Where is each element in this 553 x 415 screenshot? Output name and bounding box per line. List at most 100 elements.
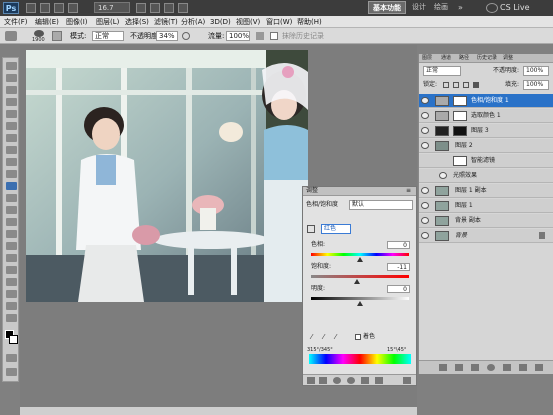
link-layers-icon[interactable]: [439, 364, 447, 371]
menu-image[interactable]: 图像(I): [66, 17, 88, 27]
menu-filter[interactable]: 滤镜(T): [154, 17, 178, 27]
lock-transparent-icon[interactable]: [443, 82, 449, 88]
dodge-tool-icon[interactable]: [6, 218, 17, 226]
3d-orbit-tool-icon[interactable]: [6, 290, 17, 298]
clone-stamp-tool-icon[interactable]: [6, 158, 17, 166]
lightness-field[interactable]: 0: [387, 285, 410, 293]
lasso-tool-icon[interactable]: [6, 86, 17, 94]
saturation-slider-thumb[interactable]: [354, 279, 361, 284]
lightness-slider-thumb[interactable]: [357, 301, 363, 306]
reset-icon[interactable]: [375, 377, 383, 384]
erase-history-checkbox[interactable]: [270, 32, 278, 40]
3d-rotate-tool-icon[interactable]: [6, 278, 17, 286]
new-adjustment-icon[interactable]: [487, 364, 495, 371]
eraser-tool-icon[interactable]: [6, 182, 17, 190]
visibility-eye-icon[interactable]: [421, 112, 429, 119]
visibility-eye-icon[interactable]: [421, 97, 429, 104]
delete-adjustment-icon[interactable]: [403, 377, 411, 384]
layer-opacity-field[interactable]: 100%: [523, 66, 549, 76]
visibility-eye-icon[interactable]: [421, 217, 429, 224]
colorize-checkbox[interactable]: [355, 334, 361, 340]
workspace-design-link[interactable]: 设计: [412, 2, 426, 13]
opacity-field[interactable]: 34%: [156, 31, 178, 41]
guides-icon[interactable]: [54, 3, 64, 13]
shape-tool-icon[interactable]: [6, 266, 17, 274]
layer-row[interactable]: 图层 1 副本: [419, 184, 553, 198]
gradient-tool-icon[interactable]: [6, 194, 17, 202]
menu-analysis[interactable]: 分析(A): [181, 17, 205, 27]
visibility-eye-icon[interactable]: [421, 232, 429, 239]
screen-mode-icon[interactable]: [178, 3, 188, 13]
clip-to-layer-icon[interactable]: [333, 377, 341, 384]
delete-layer-icon[interactable]: [535, 364, 543, 371]
blend-mode-select[interactable]: 正常: [423, 66, 461, 76]
flow-field[interactable]: 100%: [226, 31, 250, 41]
workspace-essentials-button[interactable]: 基本功能: [368, 1, 406, 14]
type-tool-icon[interactable]: [6, 242, 17, 250]
more-workspaces-icon[interactable]: »: [458, 3, 468, 13]
path-select-tool-icon[interactable]: [6, 254, 17, 262]
eyedropper-icon[interactable]: ⁄: [311, 333, 319, 341]
layer-row[interactable]: 背景: [419, 229, 553, 243]
lock-pixels-icon[interactable]: [453, 82, 459, 88]
lock-position-icon[interactable]: [463, 82, 469, 88]
tab-channels[interactable]: 通道: [441, 55, 451, 62]
brush-tool-icon[interactable]: [6, 146, 17, 154]
fill-field[interactable]: 100%: [523, 80, 549, 90]
pressure-opacity-icon[interactable]: [182, 32, 190, 40]
eyedropper-tool-icon[interactable]: [6, 122, 17, 130]
new-layer-icon[interactable]: [519, 364, 527, 371]
cs-live-icon[interactable]: [486, 3, 498, 13]
move-tool-icon[interactable]: [6, 62, 17, 70]
panel-menu-icon[interactable]: ≡: [406, 187, 411, 195]
crop-tool-icon[interactable]: [6, 110, 17, 118]
color-range-bar-bottom[interactable]: [309, 359, 411, 364]
targeted-adjust-icon[interactable]: [307, 225, 315, 233]
zoom-tool-icon[interactable]: [6, 314, 17, 322]
mini-bridge-icon[interactable]: [40, 3, 50, 13]
return-to-list-icon[interactable]: [307, 377, 315, 384]
marquee-tool-icon[interactable]: [6, 74, 17, 82]
bridge-icon[interactable]: [26, 3, 36, 13]
visibility-eye-icon[interactable]: [421, 202, 429, 209]
brush-preview-icon[interactable]: [34, 30, 44, 37]
view-previous-icon[interactable]: [361, 377, 369, 384]
tab-history[interactable]: 历史记录: [477, 55, 497, 62]
brush-panel-icon[interactable]: [52, 31, 62, 41]
visibility-eye-icon[interactable]: [421, 142, 429, 149]
layer-row[interactable]: 图层 1: [419, 199, 553, 213]
tool-preset-icon[interactable]: [5, 31, 17, 41]
document-canvas[interactable]: [26, 50, 308, 302]
lightness-slider-track[interactable]: [311, 297, 409, 300]
layer-row[interactable]: 光照效果: [419, 169, 553, 183]
tab-adjustments[interactable]: 调整: [503, 55, 513, 62]
workspace-painting-link[interactable]: 绘画: [434, 2, 448, 13]
hue-slider-track[interactable]: [311, 253, 409, 256]
expand-view-icon[interactable]: [319, 377, 327, 384]
layer-row[interactable]: 图层 2: [419, 139, 553, 153]
visibility-eye-icon[interactable]: [421, 127, 429, 134]
background-color-icon[interactable]: [9, 335, 18, 344]
menu-help[interactable]: 帮助(H): [297, 17, 322, 27]
rotate-view-icon[interactable]: [150, 3, 160, 13]
arrange-documents-icon[interactable]: [164, 3, 174, 13]
airbrush-icon[interactable]: [256, 32, 264, 40]
mode-select[interactable]: 正常: [92, 31, 124, 41]
smart-filter-mask-thumbnail[interactable]: [453, 156, 467, 166]
hand-tool-icon[interactable]: [6, 302, 17, 310]
pen-tool-icon[interactable]: [6, 230, 17, 238]
menu-layer[interactable]: 图层(L): [96, 17, 119, 27]
layer-mask-thumbnail[interactable]: [453, 111, 467, 121]
preset-select[interactable]: 默认: [349, 200, 413, 210]
menu-select[interactable]: 选择(S): [125, 17, 149, 27]
healing-brush-tool-icon[interactable]: [6, 134, 17, 142]
visibility-eye-icon[interactable]: [421, 187, 429, 194]
tab-paths[interactable]: 路径: [459, 55, 469, 62]
quick-mask-icon[interactable]: [6, 354, 17, 362]
layer-mask-thumbnail[interactable]: [453, 126, 467, 136]
menu-window[interactable]: 窗口(W): [266, 17, 292, 27]
layer-row[interactable]: 图层 3: [419, 124, 553, 138]
blur-tool-icon[interactable]: [6, 206, 17, 214]
new-group-icon[interactable]: [503, 364, 511, 371]
menu-view[interactable]: 视图(V): [236, 17, 260, 27]
